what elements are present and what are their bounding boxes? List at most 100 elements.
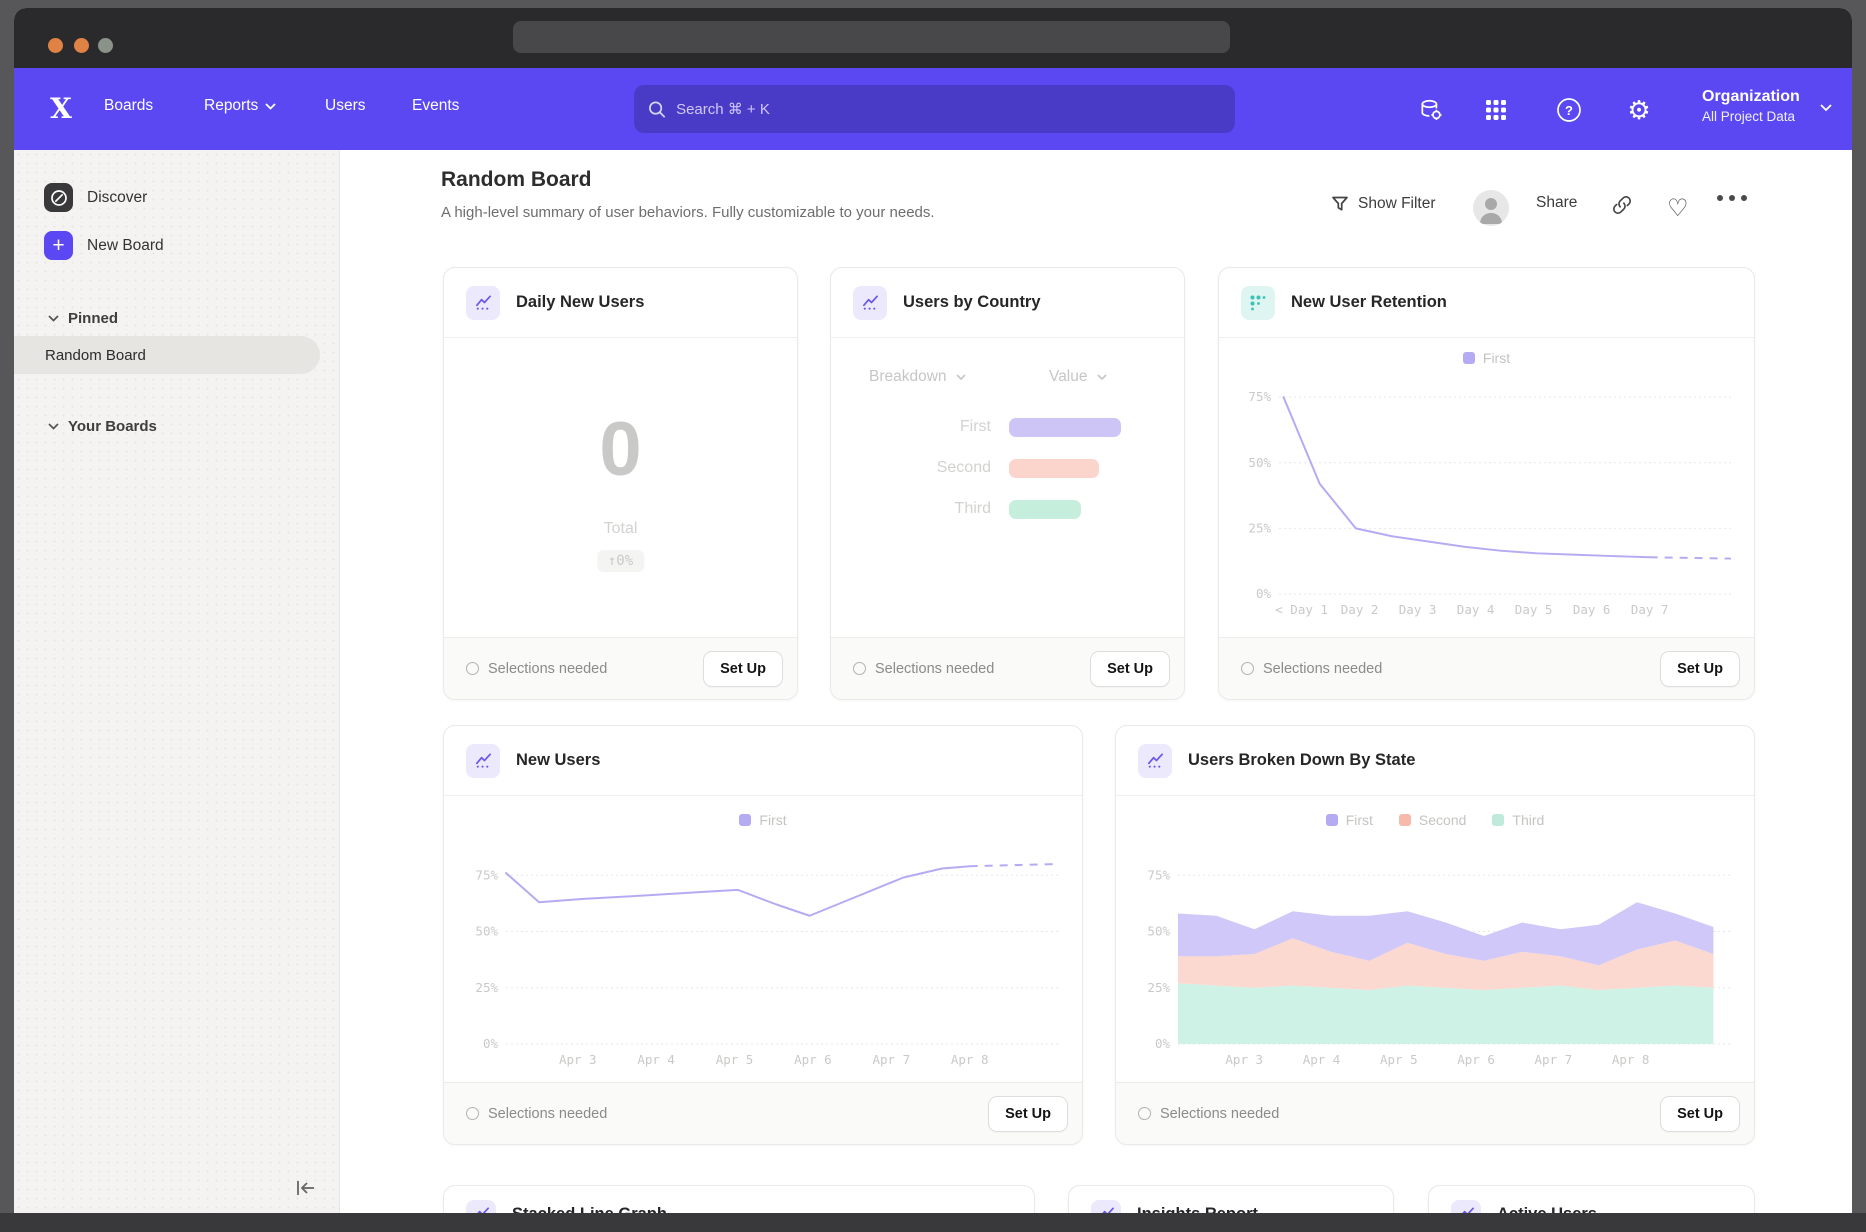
- window-titlebar: [14, 8, 1852, 68]
- show-filter-button[interactable]: Show Filter: [1330, 194, 1436, 214]
- set-up-button[interactable]: Set Up: [703, 651, 783, 687]
- bar-second: [1009, 459, 1099, 478]
- sidebar-item-discover[interactable]: Discover: [44, 183, 147, 212]
- line-chart-icon: [853, 286, 887, 320]
- page-title: Random Board: [441, 168, 592, 192]
- status-circle-icon: [466, 1107, 479, 1120]
- bar-third: [1009, 500, 1081, 519]
- svg-text:Apr 6: Apr 6: [1457, 1052, 1495, 1067]
- line-chart-icon: [1138, 744, 1172, 778]
- favorite-heart-icon[interactable]: ♡: [1667, 194, 1689, 223]
- window-maximize-button[interactable]: [98, 38, 113, 53]
- status-circle-icon: [1241, 662, 1254, 675]
- chart-legend: First Second Third: [1116, 812, 1754, 828]
- search-bar[interactable]: [634, 85, 1235, 133]
- svg-text:Apr 7: Apr 7: [1535, 1052, 1573, 1067]
- set-up-button[interactable]: Set Up: [988, 1096, 1068, 1132]
- browser-window: X Boards Reports Users Events: [14, 8, 1852, 1232]
- search-input[interactable]: [676, 101, 1221, 118]
- svg-text:Day 4: Day 4: [1457, 602, 1495, 617]
- breakdown-dropdown[interactable]: Breakdown: [869, 368, 966, 386]
- retention-grid-icon: [1241, 286, 1275, 320]
- retention-chart: 75%50%25%0%< Day 1Day 2Day 3Day 4Day 5Da…: [1231, 372, 1743, 620]
- page-description: A high-level summary of user behaviors. …: [441, 204, 935, 221]
- set-up-button[interactable]: Set Up: [1660, 1096, 1740, 1132]
- svg-text:Apr 3: Apr 3: [1225, 1052, 1263, 1067]
- sidebar-section-pinned[interactable]: Pinned: [48, 310, 118, 327]
- share-button[interactable]: Share: [1536, 194, 1577, 212]
- org-switcher[interactable]: Organization All Project Data: [1702, 86, 1800, 126]
- set-up-button[interactable]: Set Up: [1660, 651, 1740, 687]
- mixpanel-logo-icon[interactable]: X: [44, 92, 78, 126]
- card-title: New User Retention: [1291, 293, 1447, 312]
- copy-link-icon[interactable]: [1611, 194, 1633, 216]
- window-minimize-button[interactable]: [74, 38, 89, 53]
- metric-delta-badge: ↑0%: [597, 550, 644, 572]
- chevron-down-icon: [1097, 374, 1107, 380]
- svg-text:Apr 5: Apr 5: [716, 1052, 754, 1067]
- svg-text:Apr 4: Apr 4: [637, 1052, 675, 1067]
- discover-compass-icon: [44, 183, 73, 212]
- sidebar-collapse-icon[interactable]: [294, 1176, 318, 1200]
- nav-item-reports[interactable]: Reports: [204, 97, 276, 115]
- apps-grid-icon[interactable]: [1483, 97, 1509, 123]
- card-title: Users by Country: [903, 293, 1041, 312]
- help-icon[interactable]: ?: [1556, 97, 1582, 123]
- url-bar[interactable]: [513, 21, 1230, 53]
- avatar[interactable]: [1473, 190, 1509, 226]
- card-title: Users Broken Down By State: [1188, 751, 1415, 770]
- svg-text:Apr 8: Apr 8: [1612, 1052, 1650, 1067]
- svg-text:0%: 0%: [483, 1036, 499, 1051]
- metric-label: Total: [444, 520, 797, 538]
- person-icon: [1473, 190, 1509, 226]
- svg-text:75%: 75%: [475, 867, 498, 882]
- legend-swatch: [1463, 352, 1475, 364]
- nav-item-users[interactable]: Users: [325, 97, 365, 115]
- line-chart-icon: [466, 286, 500, 320]
- screen: X Boards Reports Users Events: [0, 0, 1866, 1232]
- new-users-chart: 75%50%25%0%Apr 3Apr 4Apr 5Apr 6Apr 7Apr …: [458, 834, 1070, 1070]
- states-stacked-chart: 75%50%25%0%Apr 3Apr 4Apr 5Apr 6Apr 7Apr …: [1130, 834, 1742, 1070]
- window-close-button[interactable]: [48, 38, 63, 53]
- set-up-button[interactable]: Set Up: [1090, 651, 1170, 687]
- sidebar-item-new-board[interactable]: + New Board: [44, 231, 164, 260]
- org-name: Organization: [1702, 86, 1800, 108]
- top-navbar: X Boards Reports Users Events: [14, 68, 1852, 150]
- card-new-users: New Users First 75%50%25%0%Apr 3Apr 4Apr…: [443, 725, 1083, 1145]
- svg-text:Apr 7: Apr 7: [872, 1052, 910, 1067]
- svg-text:50%: 50%: [1248, 455, 1271, 470]
- svg-text:Day 2: Day 2: [1341, 602, 1379, 617]
- status-circle-icon: [466, 662, 479, 675]
- card-title: New Users: [516, 751, 600, 770]
- chevron-down-icon: [956, 374, 966, 380]
- data-management-icon[interactable]: [1418, 97, 1444, 123]
- filter-funnel-icon: [1330, 194, 1350, 214]
- value-dropdown[interactable]: Value: [1049, 368, 1107, 386]
- settings-gear-icon[interactable]: ⚙: [1626, 97, 1652, 123]
- status-text: Selections needed: [466, 661, 607, 677]
- org-project: All Project Data: [1702, 108, 1800, 126]
- svg-text:Apr 3: Apr 3: [559, 1052, 597, 1067]
- row-label: First: [841, 418, 991, 436]
- more-options-icon[interactable]: [1715, 194, 1749, 202]
- chevron-down-icon: [48, 423, 59, 430]
- bar-first: [1009, 418, 1121, 437]
- svg-text:0%: 0%: [1256, 586, 1272, 601]
- svg-text:25%: 25%: [1248, 520, 1271, 535]
- chevron-down-icon: [1820, 104, 1832, 112]
- chart-legend: First: [444, 812, 1082, 828]
- svg-text:Apr 4: Apr 4: [1303, 1052, 1341, 1067]
- svg-text:Day 7: Day 7: [1631, 602, 1669, 617]
- sidebar-section-your-boards[interactable]: Your Boards: [48, 418, 157, 435]
- nav-item-boards[interactable]: Boards: [104, 97, 153, 115]
- chevron-down-icon: [265, 103, 276, 110]
- nav-item-events[interactable]: Events: [412, 97, 459, 115]
- sidebar-item-random-board[interactable]: Random Board: [14, 336, 320, 374]
- line-chart-icon: [466, 744, 500, 778]
- card-new-user-retention: New User Retention First 75%50%25%0%< Da…: [1218, 267, 1755, 700]
- row-label: Second: [841, 459, 991, 477]
- sidebar: Discover + New Board Pinned Random Board…: [14, 150, 340, 1232]
- window-bottom-edge: [0, 1213, 1866, 1232]
- chart-legend: First: [1219, 350, 1754, 366]
- svg-text:0%: 0%: [1155, 1036, 1171, 1051]
